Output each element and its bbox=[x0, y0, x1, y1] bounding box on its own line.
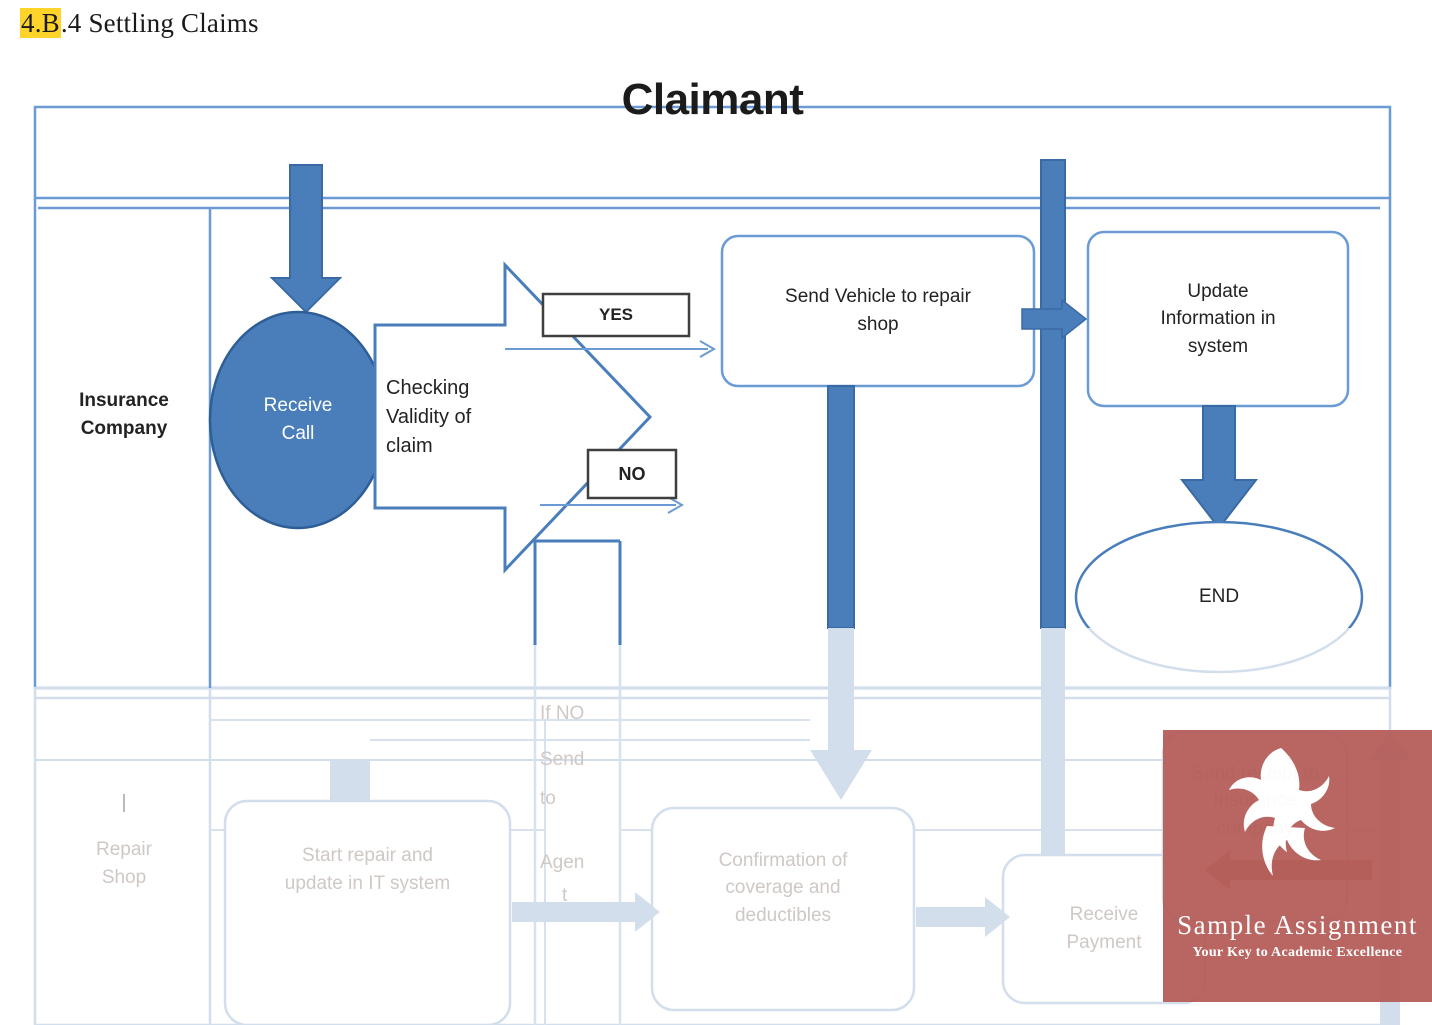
pinwheel-logo-icon bbox=[1229, 748, 1335, 876]
node-confirmation bbox=[650, 806, 916, 1012]
label-box-no bbox=[586, 448, 678, 500]
arrow-to-receive-call bbox=[269, 164, 343, 314]
page-title-highlight: 4.B bbox=[20, 8, 61, 38]
arrow-update-to-end bbox=[1179, 405, 1259, 530]
connector-send-vehicle-down bbox=[810, 385, 872, 800]
node-receive-call bbox=[208, 310, 388, 530]
node-send-vehicle bbox=[720, 234, 1036, 388]
page-title: 4.B.4 Settling Claims bbox=[20, 8, 259, 39]
connector-claimant-vertical bbox=[1031, 159, 1075, 906]
node-if-no-send-to-agent bbox=[533, 539, 622, 1025]
node-start-repair bbox=[223, 799, 512, 1025]
lane-header-title: Claimant bbox=[621, 75, 804, 124]
settling-claims-flowchart: Claimant Insurance Company | Repair Shop… bbox=[0, 60, 1432, 1025]
watermark-overlay: Sample Assignment Your Key to Academic E… bbox=[1163, 730, 1432, 1002]
arrow-confirmation-to-receive-payment bbox=[916, 897, 1010, 937]
node-update-information bbox=[1086, 230, 1350, 408]
watermark-tagline: Your Key to Academic Excellence bbox=[1192, 945, 1403, 960]
label-box-yes bbox=[541, 292, 691, 338]
page-title-rest: .4 Settling Claims bbox=[60, 8, 259, 38]
watermark-brand-name: Sample Assignment bbox=[1177, 910, 1418, 940]
